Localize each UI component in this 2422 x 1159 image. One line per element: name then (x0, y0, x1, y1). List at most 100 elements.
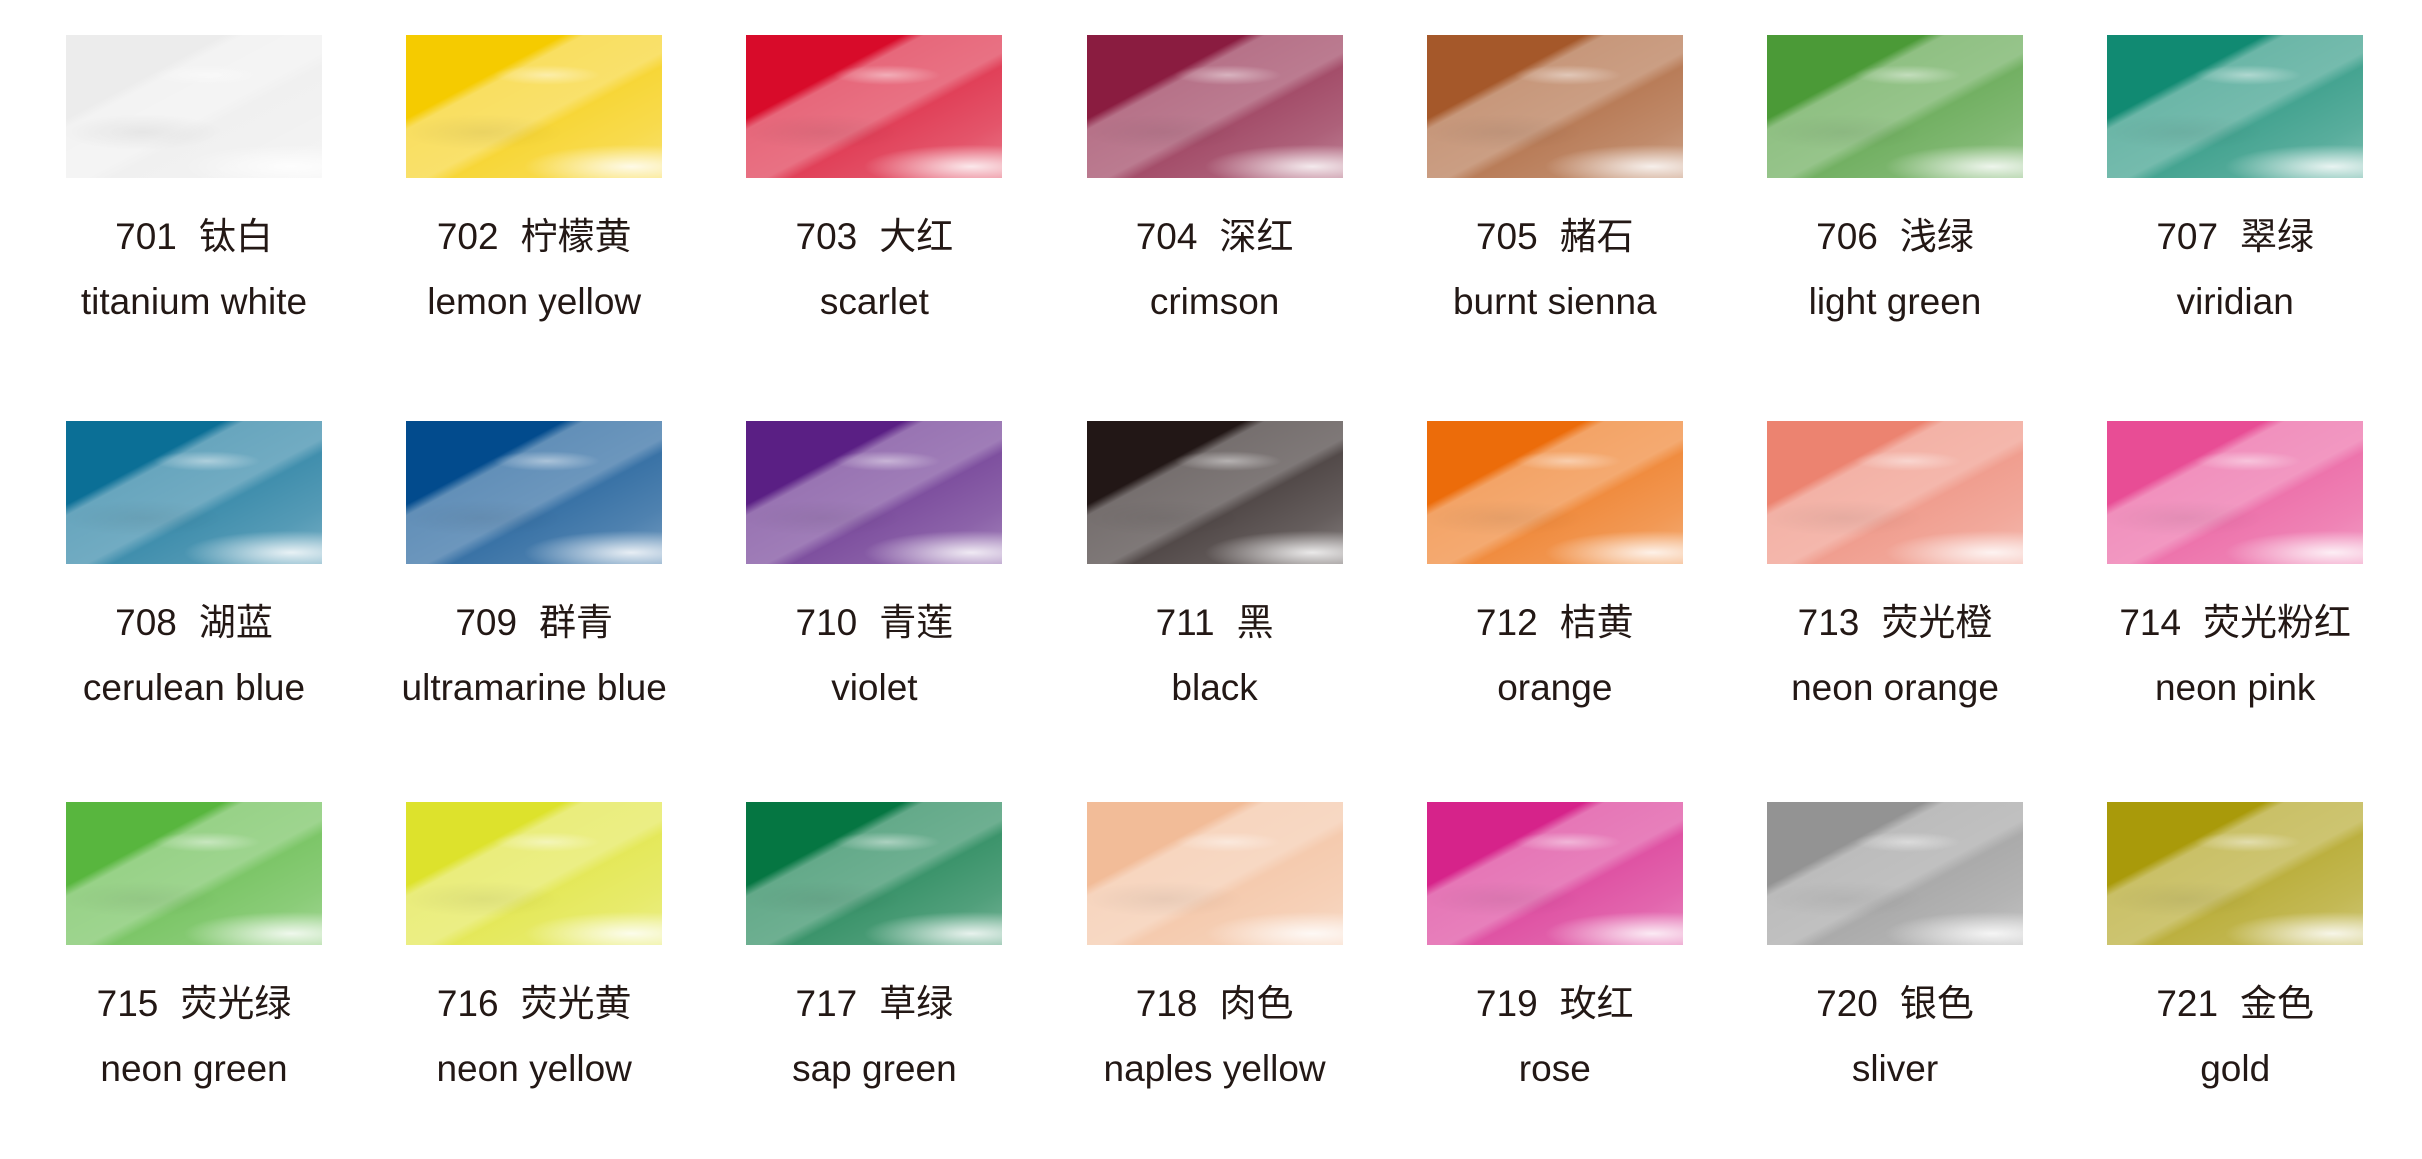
color-chinese-label: 709 群青 (363, 601, 705, 645)
color-name-en: violet (831, 667, 918, 708)
color-chinese-label: 716 荧光黄 (363, 982, 705, 1026)
color-name-en: scarlet (819, 281, 929, 322)
color-name-zh: 金色 (2240, 983, 2315, 1024)
swatch-texture (2107, 35, 2364, 178)
color-name-en: viridian (2176, 281, 2294, 322)
swatch-texture (1086, 35, 1343, 178)
color-code: 710 (795, 602, 858, 643)
color-code: 711 (1155, 602, 1215, 643)
color-name-en: sap green (792, 1048, 957, 1089)
color-name-zh: 荧光粉红 (2203, 602, 2352, 643)
color-code: 709 (455, 602, 518, 643)
swatch-texture (1426, 802, 1683, 945)
swatch-texture (746, 421, 1003, 564)
color-name-zh: 玫红 (1559, 983, 1634, 1024)
color-swatch (2107, 35, 2364, 178)
color-chinese-label: 701 钛白 (23, 215, 365, 259)
color-chinese-label: 702 柠檬黄 (363, 215, 705, 259)
color-name-en: cerulean blue (82, 667, 306, 708)
color-code: 718 (1135, 983, 1198, 1024)
color-name-en: ultramarine blue (401, 667, 667, 708)
color-code: 715 (96, 983, 159, 1024)
color-swatch (66, 35, 322, 178)
color-name-en: burnt sienna (1452, 281, 1657, 322)
color-swatch (66, 802, 322, 945)
color-name-zh: 肉色 (1219, 983, 1294, 1024)
color-name-en: rose (1518, 1048, 1591, 1089)
color-swatch (1086, 35, 1343, 178)
swatch-texture (406, 421, 663, 564)
color-chinese-label: 715 荧光绿 (23, 982, 365, 1026)
color-code: 716 (436, 983, 499, 1024)
color-swatch (1086, 421, 1343, 564)
color-name-zh: 群青 (539, 602, 614, 643)
color-chinese-label: 713 荧光橙 (1724, 601, 2066, 645)
color-chinese-label: 714 荧光粉红 (2064, 601, 2406, 645)
color-chinese-label: 706 浅绿 (1724, 215, 2066, 259)
color-name-zh: 荧光绿 (180, 983, 292, 1024)
color-name-zh: 荧光橙 (1881, 602, 1993, 643)
color-code: 712 (1475, 602, 1538, 643)
color-chinese-label: 717 草绿 (703, 982, 1045, 1026)
color-name-zh: 桔黄 (1559, 602, 1634, 643)
color-name-zh: 荧光黄 (520, 983, 632, 1024)
color-name-en: crimson (1149, 281, 1280, 322)
color-chinese-label: 708 湖蓝 (23, 601, 365, 645)
color-name-zh: 大红 (879, 216, 954, 257)
color-name-en: orange (1497, 667, 1613, 708)
color-chinese-label: 705 赭石 (1384, 215, 1726, 259)
color-name-en: sliver (1851, 1048, 1939, 1089)
color-swatch (746, 421, 1003, 564)
swatch-texture (66, 421, 322, 564)
swatch-texture (1086, 421, 1343, 564)
swatch-texture (1426, 421, 1683, 564)
color-chinese-label: 712 桔黄 (1384, 601, 1726, 645)
color-name-zh: 赭石 (1559, 216, 1634, 257)
color-chinese-label: 710 青莲 (703, 601, 1045, 645)
color-swatch (746, 35, 1003, 178)
color-name-en: naples yellow (1103, 1048, 1326, 1089)
color-name-en: gold (2200, 1048, 2271, 1089)
color-name-zh: 深红 (1219, 216, 1294, 257)
color-code: 706 (1816, 216, 1878, 257)
color-code: 705 (1475, 216, 1538, 257)
color-name-zh: 草绿 (879, 983, 954, 1024)
color-name-en: neon yellow (436, 1048, 632, 1089)
color-swatch (406, 35, 663, 178)
color-code: 703 (795, 216, 858, 257)
color-swatch (1767, 802, 2023, 945)
color-code: 707 (2156, 216, 2219, 257)
color-code: 721 (2156, 983, 2219, 1024)
color-swatch (2107, 421, 2364, 564)
swatch-texture (1767, 802, 2023, 945)
color-code: 708 (115, 602, 177, 643)
swatch-texture (66, 802, 322, 945)
swatch-texture (746, 35, 1003, 178)
color-name-zh: 银色 (1899, 983, 1974, 1024)
color-name-en: black (1171, 667, 1258, 708)
color-chinese-label: 711 黑 (1044, 601, 1386, 645)
color-swatch (1767, 421, 2023, 564)
swatch-texture (746, 802, 1003, 945)
swatch-texture (1767, 421, 2023, 564)
color-name-en: lemon yellow (427, 281, 642, 322)
swatch-texture (2107, 421, 2364, 564)
swatch-texture (1426, 35, 1683, 178)
swatch-texture (66, 35, 322, 178)
color-swatch (406, 421, 663, 564)
color-code: 702 (436, 216, 499, 257)
color-name-en: neon green (100, 1048, 288, 1089)
swatch-texture (1086, 802, 1343, 945)
color-chinese-label: 704 深红 (1044, 215, 1386, 259)
color-name-zh: 柠檬黄 (520, 216, 632, 257)
color-swatch (66, 421, 322, 564)
color-name-en: neon pink (2154, 667, 2316, 708)
color-swatch (1767, 35, 2023, 178)
color-name-zh: 翠绿 (2240, 216, 2315, 257)
color-chinese-label: 718 肉色 (1044, 982, 1386, 1026)
color-chinese-label: 721 金色 (2064, 982, 2406, 1026)
color-code: 704 (1135, 216, 1198, 257)
color-chinese-label: 719 玫红 (1384, 982, 1726, 1026)
color-swatch (1426, 802, 1683, 945)
color-chinese-label: 720 银色 (1724, 982, 2066, 1026)
